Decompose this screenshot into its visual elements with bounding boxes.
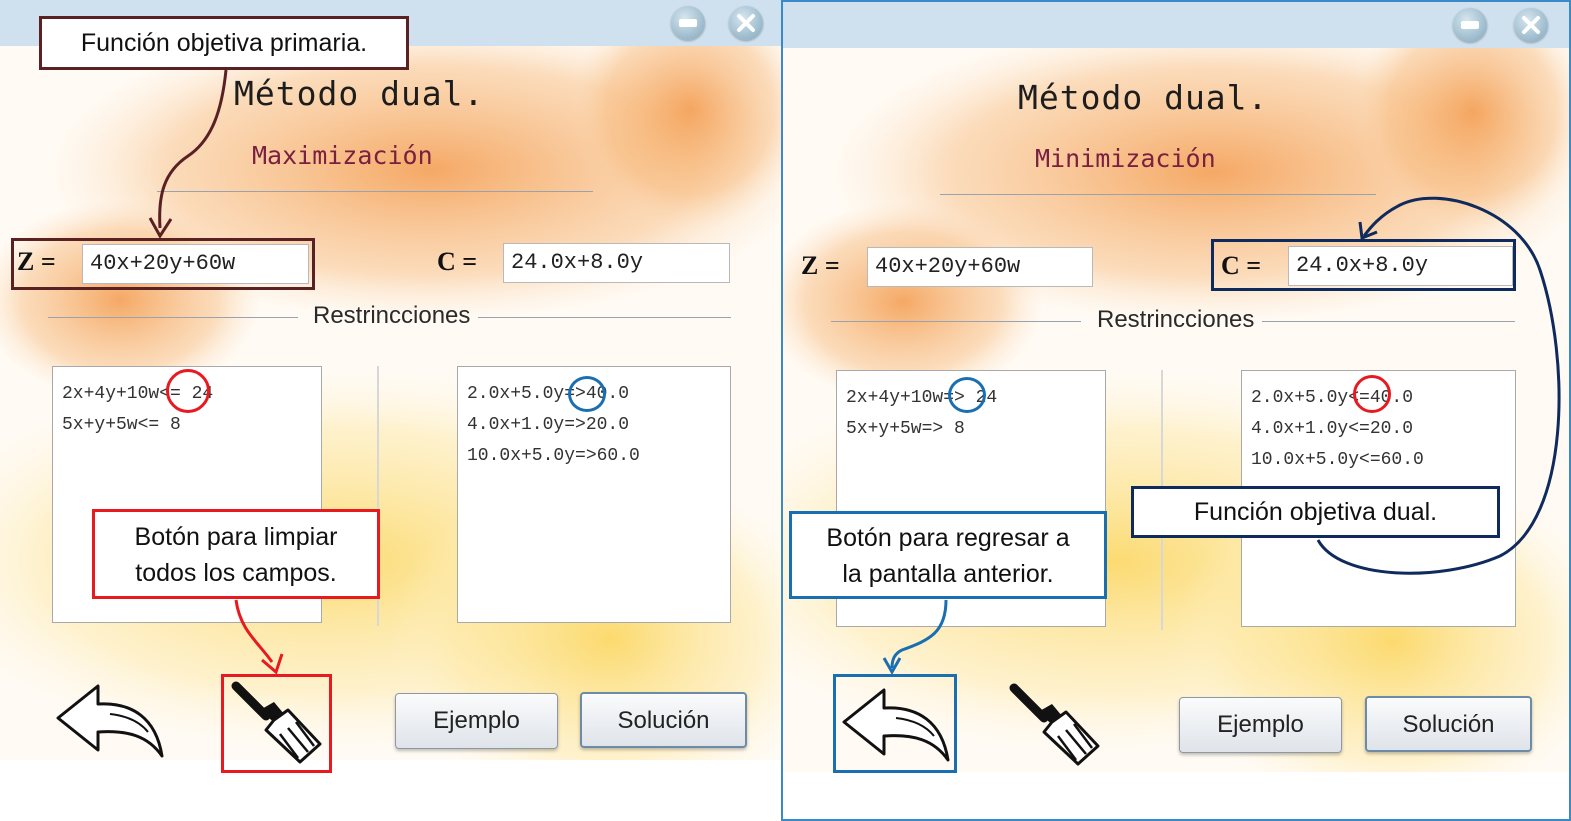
close-icon: [737, 14, 755, 32]
close-icon: [1522, 16, 1540, 34]
c-objective-highlight: [1211, 239, 1516, 291]
inequality-circle-left-dual: [568, 376, 606, 412]
restrictions-label: Restrincciones: [313, 302, 471, 329]
title-divider: [940, 194, 1376, 195]
c-objective-input[interactable]: 24.0x+8.0y: [503, 243, 730, 283]
title-divider: [157, 191, 593, 192]
primary-objective-callout: Función objetiva primaria.: [39, 16, 409, 70]
back-button-callout: Botón para regresar a la pantalla anteri…: [789, 511, 1107, 599]
solution-button[interactable]: Solución: [1365, 696, 1532, 752]
clear-button-highlight: [221, 674, 332, 773]
restrictions-divider-left: [48, 317, 298, 318]
example-button[interactable]: Ejemplo: [395, 693, 558, 749]
close-button[interactable]: [729, 6, 763, 40]
back-button-highlight: [833, 674, 957, 773]
close-button[interactable]: [1514, 8, 1548, 42]
back-arrow-icon: [56, 684, 164, 758]
minimize-button[interactable]: [1453, 8, 1487, 42]
clear-callout-line1: Botón para limpiar: [134, 523, 338, 551]
mode-subtitle: Maximización: [252, 141, 433, 170]
inequality-circle-right-primal: [948, 377, 986, 413]
restrictions-label: Restrincciones: [1097, 306, 1255, 333]
minimize-icon: [679, 19, 697, 27]
page-title: Método dual.: [1018, 78, 1269, 117]
z-objective-highlight: [11, 238, 315, 290]
example-button[interactable]: Ejemplo: [1179, 697, 1342, 753]
solution-button[interactable]: Solución: [580, 692, 747, 748]
minimize-icon: [1461, 21, 1479, 29]
z-objective-input[interactable]: 40x+20y+60w: [867, 247, 1093, 287]
back-button[interactable]: [52, 680, 170, 760]
dual-objective-callout: Función objetiva dual.: [1131, 486, 1500, 538]
restrictions-divider-left: [831, 321, 1081, 322]
inequality-circle-left-primal: [166, 369, 210, 413]
restrictions-divider-right: [1262, 321, 1515, 322]
c-label: C =: [437, 247, 478, 276]
back-callout-line2: la pantalla anterior.: [842, 560, 1054, 588]
clear-callout-line2: todos los campos.: [135, 559, 337, 587]
inequality-circle-right-dual: [1353, 375, 1391, 413]
clear-button[interactable]: [1008, 682, 1102, 768]
left-window: Método dual. Maximización Z = 40x+20y+60…: [0, 0, 781, 821]
mode-subtitle: Minimización: [1035, 144, 1216, 173]
back-callout-line1: Botón para regresar a: [826, 524, 1070, 552]
clear-button-callout: Botón para limpiar todos los campos.: [92, 509, 380, 599]
minimize-button[interactable]: [671, 6, 705, 40]
restrictions-divider-right: [478, 317, 731, 318]
broom-icon: [1009, 683, 1100, 766]
page-title: Método dual.: [234, 74, 485, 113]
z-label: Z =: [801, 251, 840, 280]
